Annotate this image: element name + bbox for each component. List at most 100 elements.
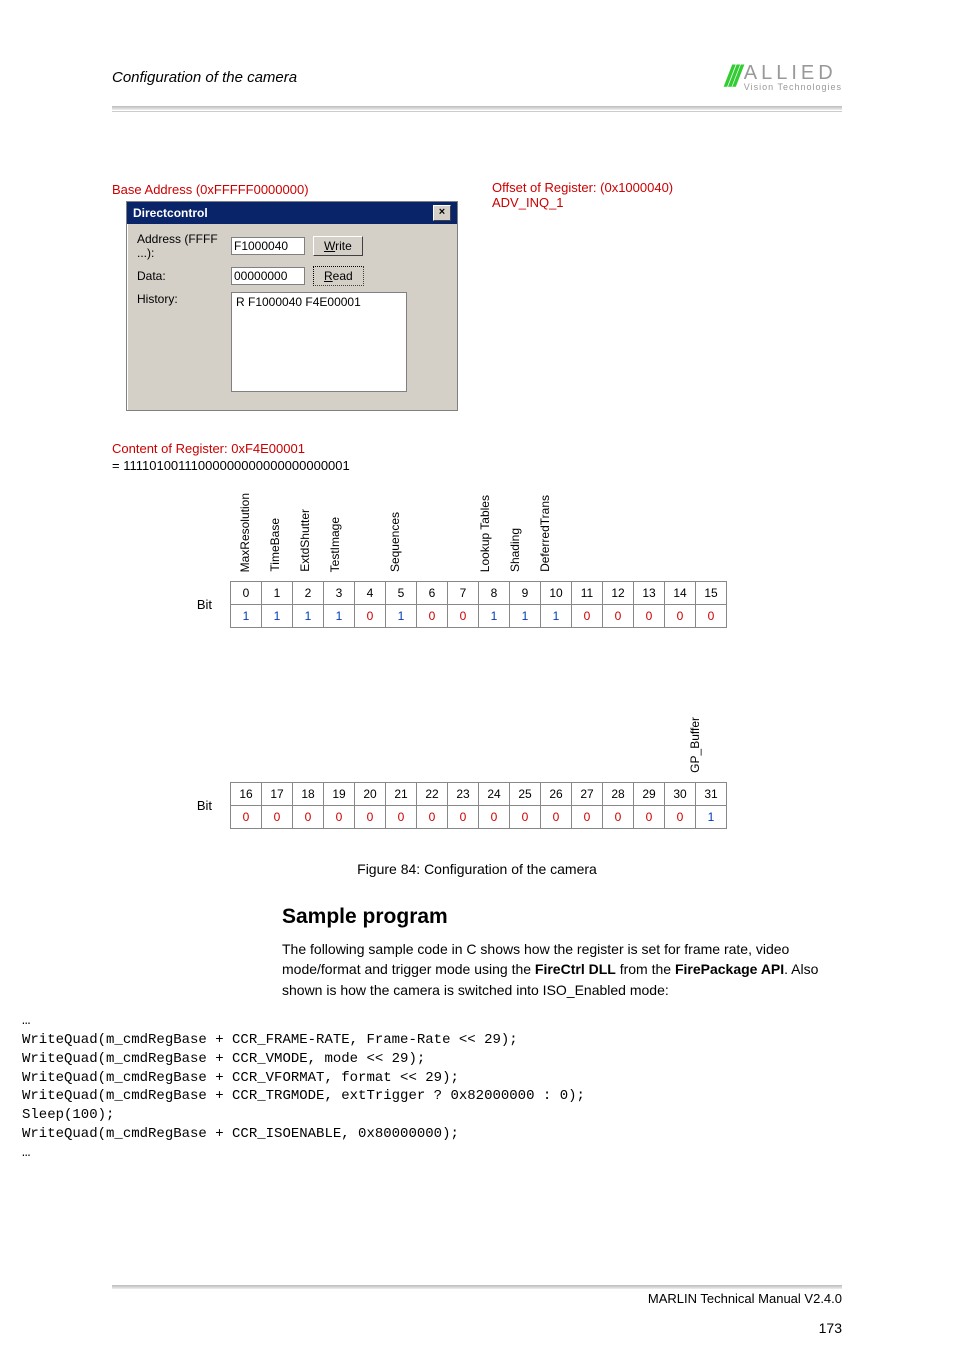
bit-cell: 1 — [510, 605, 541, 628]
bit-cell: 0 — [665, 806, 696, 829]
address-input[interactable] — [231, 237, 305, 255]
bit-header: Shading — [508, 528, 522, 572]
bit-table-1: MaxResolution TimeBase ExtdShutter TestImag… — [112, 485, 812, 628]
address-label: Address (FFFF ...): — [137, 232, 223, 260]
bit-cell: 20 — [355, 783, 386, 806]
bit-cell: 0 — [665, 605, 696, 628]
bit-header: ExtdShutter — [298, 509, 312, 572]
write-button[interactable]: Write — [313, 236, 363, 256]
page-number: 173 — [819, 1320, 842, 1336]
header-rule — [112, 106, 842, 110]
bit-cell: 0 — [417, 806, 448, 829]
bit-cell: 1 — [262, 605, 293, 628]
bit-header: DeferredTrans — [538, 495, 552, 572]
bit-cell: 24 — [479, 783, 510, 806]
bit-cell: 8 — [479, 582, 510, 605]
data-input[interactable] — [231, 267, 305, 285]
bit-cell: 0 — [355, 806, 386, 829]
bit-cell: 27 — [572, 783, 603, 806]
page-header: Configuration of the camera /// ALLIED V… — [112, 60, 842, 102]
bit-cell: 0 — [448, 806, 479, 829]
footer-rule — [112, 1285, 842, 1289]
bit-cell: 7 — [448, 582, 479, 605]
content-register-annotation: Content of Register: 0xF4E00001 = 111101… — [112, 441, 812, 473]
bit-cell: 25 — [510, 783, 541, 806]
bit-cell: 0 — [634, 605, 665, 628]
bit-cell: 0 — [510, 806, 541, 829]
history-label: History: — [137, 292, 223, 306]
bit-cell: 4 — [355, 582, 386, 605]
bit-cell: 15 — [696, 582, 727, 605]
bit-cell: 17 — [262, 783, 293, 806]
section-paragraph: The following sample code in C shows how… — [282, 939, 842, 1000]
bit-cell: 2 — [293, 582, 324, 605]
bit-cell: 0 — [293, 806, 324, 829]
bit-cell: 0 — [634, 806, 665, 829]
bit-cell: 0 — [324, 806, 355, 829]
bit-header: Sequences — [388, 512, 402, 572]
logo: /// ALLIED Vision Technologies — [725, 60, 842, 94]
footer-text: MARLIN Technical Manual V2.4.0 — [112, 1291, 842, 1306]
read-button[interactable]: Read — [313, 266, 364, 286]
figure-caption: Figure 84: Configuration of the camera — [112, 861, 842, 877]
code-block: … WriteQuad(m_cmdRegBase + CCR_FRAME-RAT… — [22, 1012, 842, 1163]
logo-main: ALLIED — [744, 63, 842, 83]
bit-cell: 18 — [293, 783, 324, 806]
content-register-label: Content of Register: 0xF4E00001 — [112, 441, 305, 456]
bit-header: MaxResolution — [238, 493, 252, 572]
bit-cell: 9 — [510, 582, 541, 605]
figure-84: Base Address (0xFFFFF0000000) Offset of … — [112, 182, 812, 829]
bit-cell: 1 — [479, 605, 510, 628]
bit-cell: 22 — [417, 783, 448, 806]
page-footer: MARLIN Technical Manual V2.4.0 — [112, 1285, 842, 1306]
bit-label-1: Bit — [112, 597, 230, 612]
bit-cell: 11 — [572, 582, 603, 605]
bit-cell: 0 — [696, 605, 727, 628]
bit-cell: 0 — [603, 605, 634, 628]
content-register-binary: = 11110100111000000000000000000001 — [112, 458, 812, 473]
bit-cell: 0 — [231, 582, 262, 605]
logo-slashes-icon: /// — [725, 60, 738, 94]
bit-cell: 1 — [324, 605, 355, 628]
bit-cell: 1 — [231, 605, 262, 628]
bit-cell: 1 — [262, 582, 293, 605]
bit-cell: 29 — [634, 783, 665, 806]
directcontrol-titlebar: Directcontrol × — [127, 202, 457, 224]
bit-cell: 5 — [386, 582, 417, 605]
bit-cell: 1 — [293, 605, 324, 628]
base-address-annotation: Base Address (0xFFFFF0000000) — [112, 182, 812, 197]
bit-cell: 0 — [262, 806, 293, 829]
bit-cell: 1 — [541, 605, 572, 628]
header-rule-thin — [112, 111, 842, 112]
section-heading: Sample program — [282, 905, 842, 929]
bit-cell: 0 — [417, 605, 448, 628]
bit-cell: 30 — [665, 783, 696, 806]
bit-header: GP_Buffer — [688, 717, 702, 773]
bit-table-2: GP_Buffer Bit 16171819202122232425262728… — [112, 686, 812, 829]
bit-cell: 13 — [634, 582, 665, 605]
bit-cell: 6 — [417, 582, 448, 605]
history-entry: R F1000040 F4E00001 — [236, 295, 361, 309]
history-box[interactable]: R F1000040 F4E00001 — [231, 292, 407, 392]
bit-cell: 0 — [231, 806, 262, 829]
bit-cell: 0 — [386, 806, 417, 829]
bit-header: TimeBase — [268, 518, 282, 572]
directcontrol-window: Directcontrol × Address (FFFF ...): Writ… — [126, 201, 458, 411]
bit-cell: 0 — [572, 806, 603, 829]
data-label: Data: — [137, 269, 223, 283]
bit-cell: 19 — [324, 783, 355, 806]
bit-cell: 0 — [603, 806, 634, 829]
offset-line1: Offset of Register: (0x1000040) — [492, 180, 673, 195]
bit-cell: 3 — [324, 582, 355, 605]
directcontrol-title-text: Directcontrol — [133, 206, 208, 220]
bit-cell: 0 — [448, 605, 479, 628]
bit-cell: 0 — [479, 806, 510, 829]
close-icon[interactable]: × — [433, 205, 451, 221]
logo-sub: Vision Technologies — [744, 83, 842, 92]
bit-cell: 1 — [696, 806, 727, 829]
offset-register-annotation: Offset of Register: (0x1000040) ADV_INQ_… — [492, 180, 673, 210]
bit-cell: 14 — [665, 582, 696, 605]
bit-header: Lookup Tables — [478, 495, 492, 572]
bit-header: TestImage — [328, 517, 342, 572]
bit-cell: 0 — [541, 806, 572, 829]
